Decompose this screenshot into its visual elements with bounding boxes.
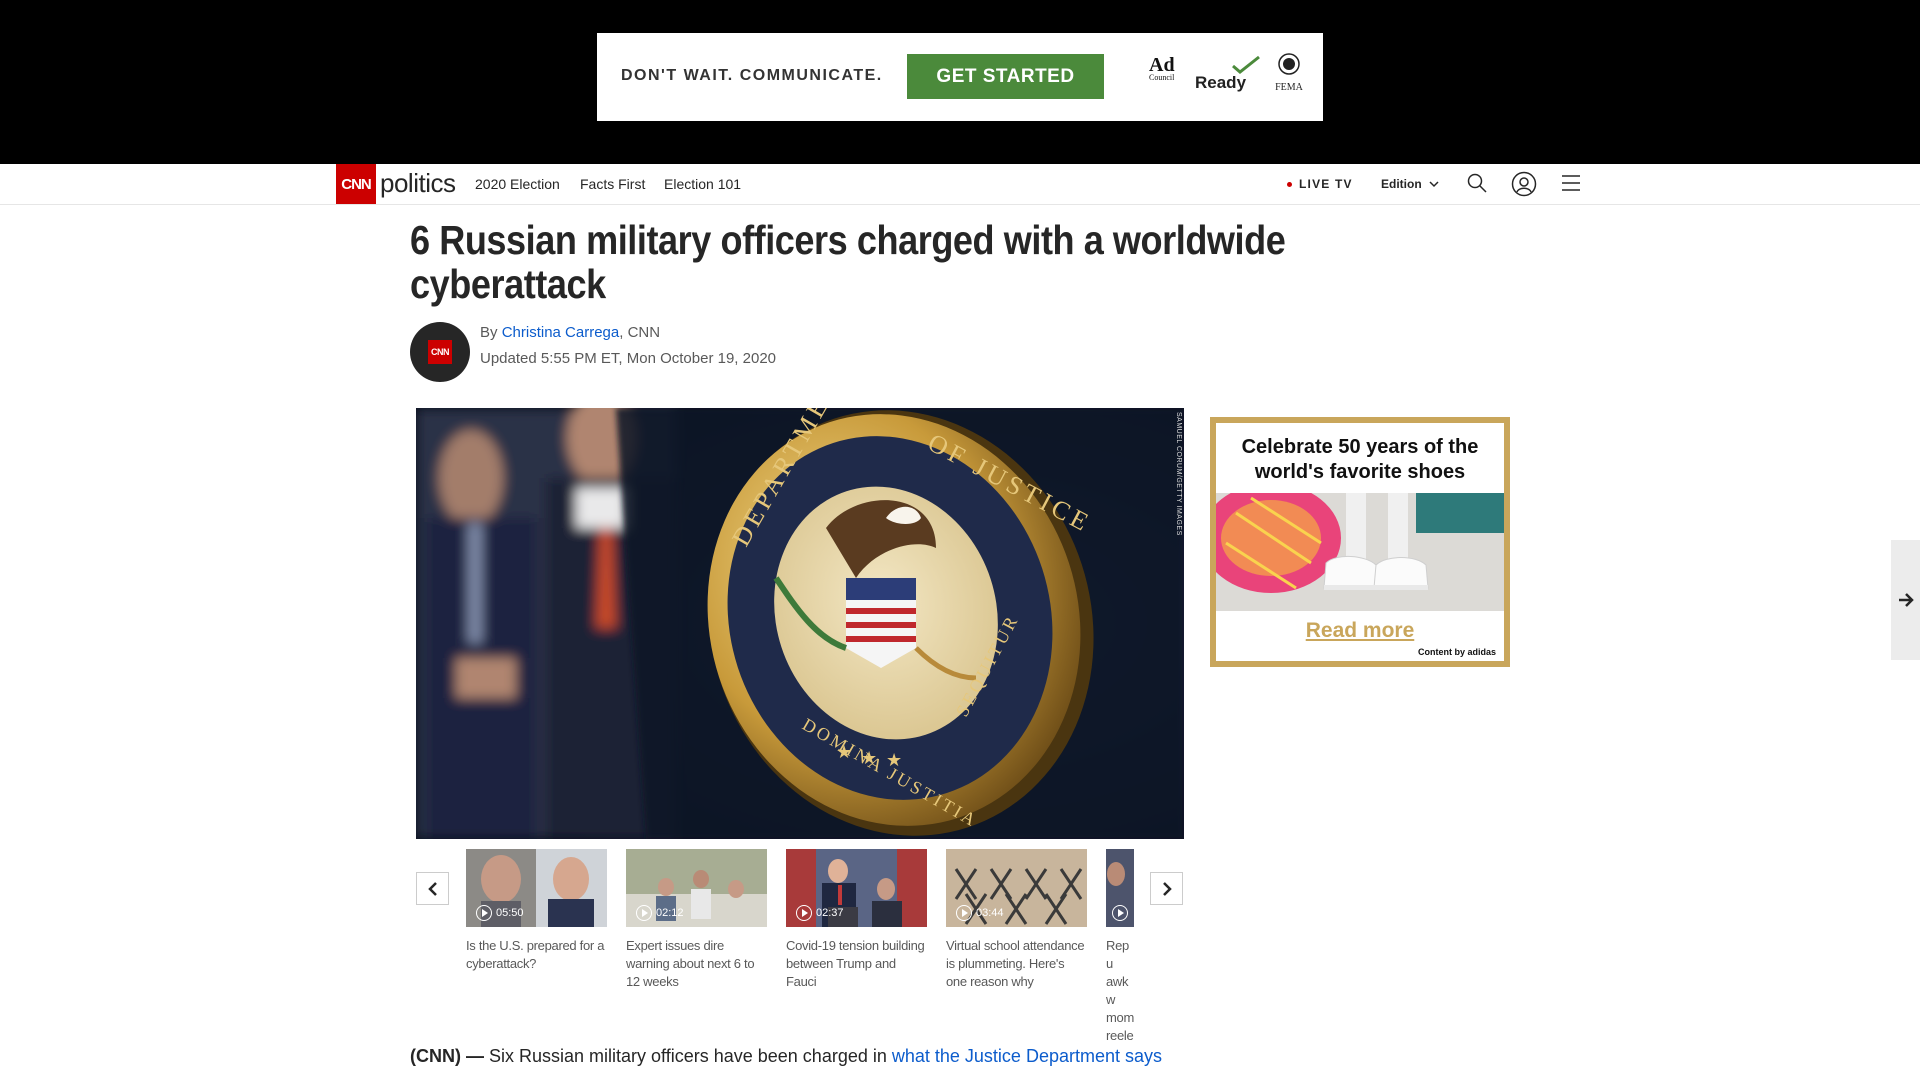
user-account-icon[interactable] <box>1511 171 1537 197</box>
video-duration <box>1112 905 1128 921</box>
side-ad-image[interactable] <box>1216 493 1504 611</box>
arrow-right-icon <box>1898 593 1914 607</box>
video-duration-text: 03:44 <box>976 907 1004 919</box>
hamburger-menu-icon[interactable] <box>1561 174 1581 192</box>
video-title[interactable]: Repu awkw mom reele <box>1106 937 1134 1045</box>
section-logo-politics[interactable]: politics <box>380 168 456 199</box>
lead-text: Six Russian military officers have been … <box>484 1046 892 1066</box>
sneakers-photo <box>1216 493 1504 611</box>
svg-text:★: ★ <box>886 750 902 770</box>
video-duration-text: 02:37 <box>816 907 844 919</box>
author-link[interactable]: Christina Carrega <box>502 324 620 341</box>
play-icon <box>476 905 492 921</box>
play-icon <box>1112 905 1128 921</box>
video-title[interactable]: Covid-19 tension building between Trump … <box>786 937 927 991</box>
byline-suffix: , CNN <box>619 324 661 341</box>
video-card[interactable]: Repu awkw mom reele <box>1106 849 1134 1045</box>
byline: By Christina Carrega, CNN <box>480 324 660 341</box>
svg-text:★: ★ <box>861 748 877 768</box>
side-ad-title: Celebrate 50 years of the world's favori… <box>1241 436 1479 483</box>
cnn-logo[interactable]: CNN <box>336 164 376 204</box>
dhs-seal-icon <box>1278 53 1300 75</box>
chevron-right-icon <box>1162 881 1172 896</box>
video-title[interactable]: Virtual school attendance is plummeting.… <box>946 937 1087 991</box>
play-icon <box>956 905 972 921</box>
lead-link[interactable]: what the Justice Department says <box>892 1046 1162 1066</box>
top-ad-band: DON'T WAIT. COMMUNICATE. GET STARTED Ad … <box>0 0 1920 164</box>
doj-seal-photo: DEPARTMENT OF JUSTICE DOMINA JUSTITIA SE… <box>416 408 1184 839</box>
side-ad-read-more-link[interactable]: Read more <box>1216 619 1504 643</box>
side-ad-adidas[interactable]: Celebrate 50 years of the world's favori… <box>1210 417 1510 667</box>
fema-logo: FEMA <box>1269 53 1309 93</box>
video-thumbnail[interactable]: 03:44 <box>946 849 1087 927</box>
ready-logo: Ready <box>1195 73 1247 92</box>
chevron-left-icon <box>427 881 437 896</box>
video-duration: 03:44 <box>956 905 1004 921</box>
ad-tagline: DON'T WAIT. COMMUNICATE. <box>621 67 883 84</box>
video-duration-text: 02:12 <box>656 907 684 919</box>
live-dot-icon <box>1287 182 1292 188</box>
ad-banner[interactable]: DON'T WAIT. COMMUNICATE. GET STARTED Ad … <box>597 33 1323 121</box>
live-tv-label: LIVE TV <box>1299 177 1353 191</box>
video-thumbnail[interactable]: 05:50 <box>466 849 607 927</box>
next-article-tab[interactable] <box>1891 540 1920 660</box>
check-icon <box>1232 55 1260 74</box>
nav-link-election-101[interactable]: Election 101 <box>664 176 741 192</box>
video-duration: 02:12 <box>636 905 684 921</box>
video-duration-text: 05:50 <box>496 907 524 919</box>
ad-council-logo: Ad Council <box>1149 55 1185 93</box>
video-thumbnail[interactable] <box>1106 849 1134 927</box>
video-title[interactable]: Expert issues dire warning about next 6 … <box>626 937 767 991</box>
video-title[interactable]: Is the U.S. prepared for a cyberattack? <box>466 937 607 973</box>
search-icon[interactable] <box>1466 172 1488 194</box>
article-lead-paragraph: (CNN) — Six Russian military officers ha… <box>410 1046 1162 1067</box>
photo-credit: SAMUEL CORUM/GETTY IMAGES <box>1175 412 1182 536</box>
ad-council-logo-sub: Council <box>1149 73 1175 82</box>
hero-image[interactable]: DEPARTMENT OF JUSTICE DOMINA JUSTITIA SE… <box>416 408 1184 839</box>
edition-label: Edition <box>1381 177 1422 191</box>
side-ad-credit: Content by adidas <box>1417 647 1496 657</box>
fema-logo-text: FEMA <box>1275 82 1303 93</box>
video-duration: 05:50 <box>476 905 524 921</box>
live-tv-link[interactable]: LIVE TV <box>1287 177 1353 191</box>
carousel-next-button[interactable] <box>1150 872 1183 905</box>
edition-dropdown[interactable]: Edition <box>1381 177 1439 191</box>
video-thumbnail[interactable]: 02:12 <box>626 849 767 927</box>
updated-timestamp: Updated 5:55 PM ET, Mon October 19, 2020 <box>480 350 777 367</box>
play-icon <box>796 905 812 921</box>
site-navbar: CNN politics 2020 Election Facts First E… <box>0 164 1920 205</box>
video-card[interactable]: 05:50 Is the U.S. prepared for a cyberat… <box>466 849 607 973</box>
play-icon <box>636 905 652 921</box>
nav-link-2020-election[interactable]: 2020 Election <box>475 176 560 192</box>
ad-get-started-button[interactable]: GET STARTED <box>907 54 1104 99</box>
svg-text:★: ★ <box>836 742 852 762</box>
author-avatar[interactable]: CNN <box>410 322 470 382</box>
video-card[interactable]: 02:12 Expert issues dire warning about n… <box>626 849 767 991</box>
article-headline: 6 Russian military officers charged with… <box>410 217 1286 307</box>
video-duration: 02:37 <box>796 905 844 921</box>
lead-source: (CNN) — <box>410 1046 484 1066</box>
byline-prefix: By <box>480 324 502 341</box>
video-thumbnail[interactable]: 02:37 <box>786 849 927 927</box>
nav-link-facts-first[interactable]: Facts First <box>580 176 645 192</box>
video-card[interactable]: 03:44 Virtual school attendance is plumm… <box>946 849 1087 991</box>
chevron-down-icon <box>1429 181 1439 188</box>
cnn-avatar-logo: CNN <box>428 340 452 364</box>
video-card[interactable]: 02:37 Covid-19 tension building between … <box>786 849 927 991</box>
carousel-prev-button[interactable] <box>416 872 449 905</box>
